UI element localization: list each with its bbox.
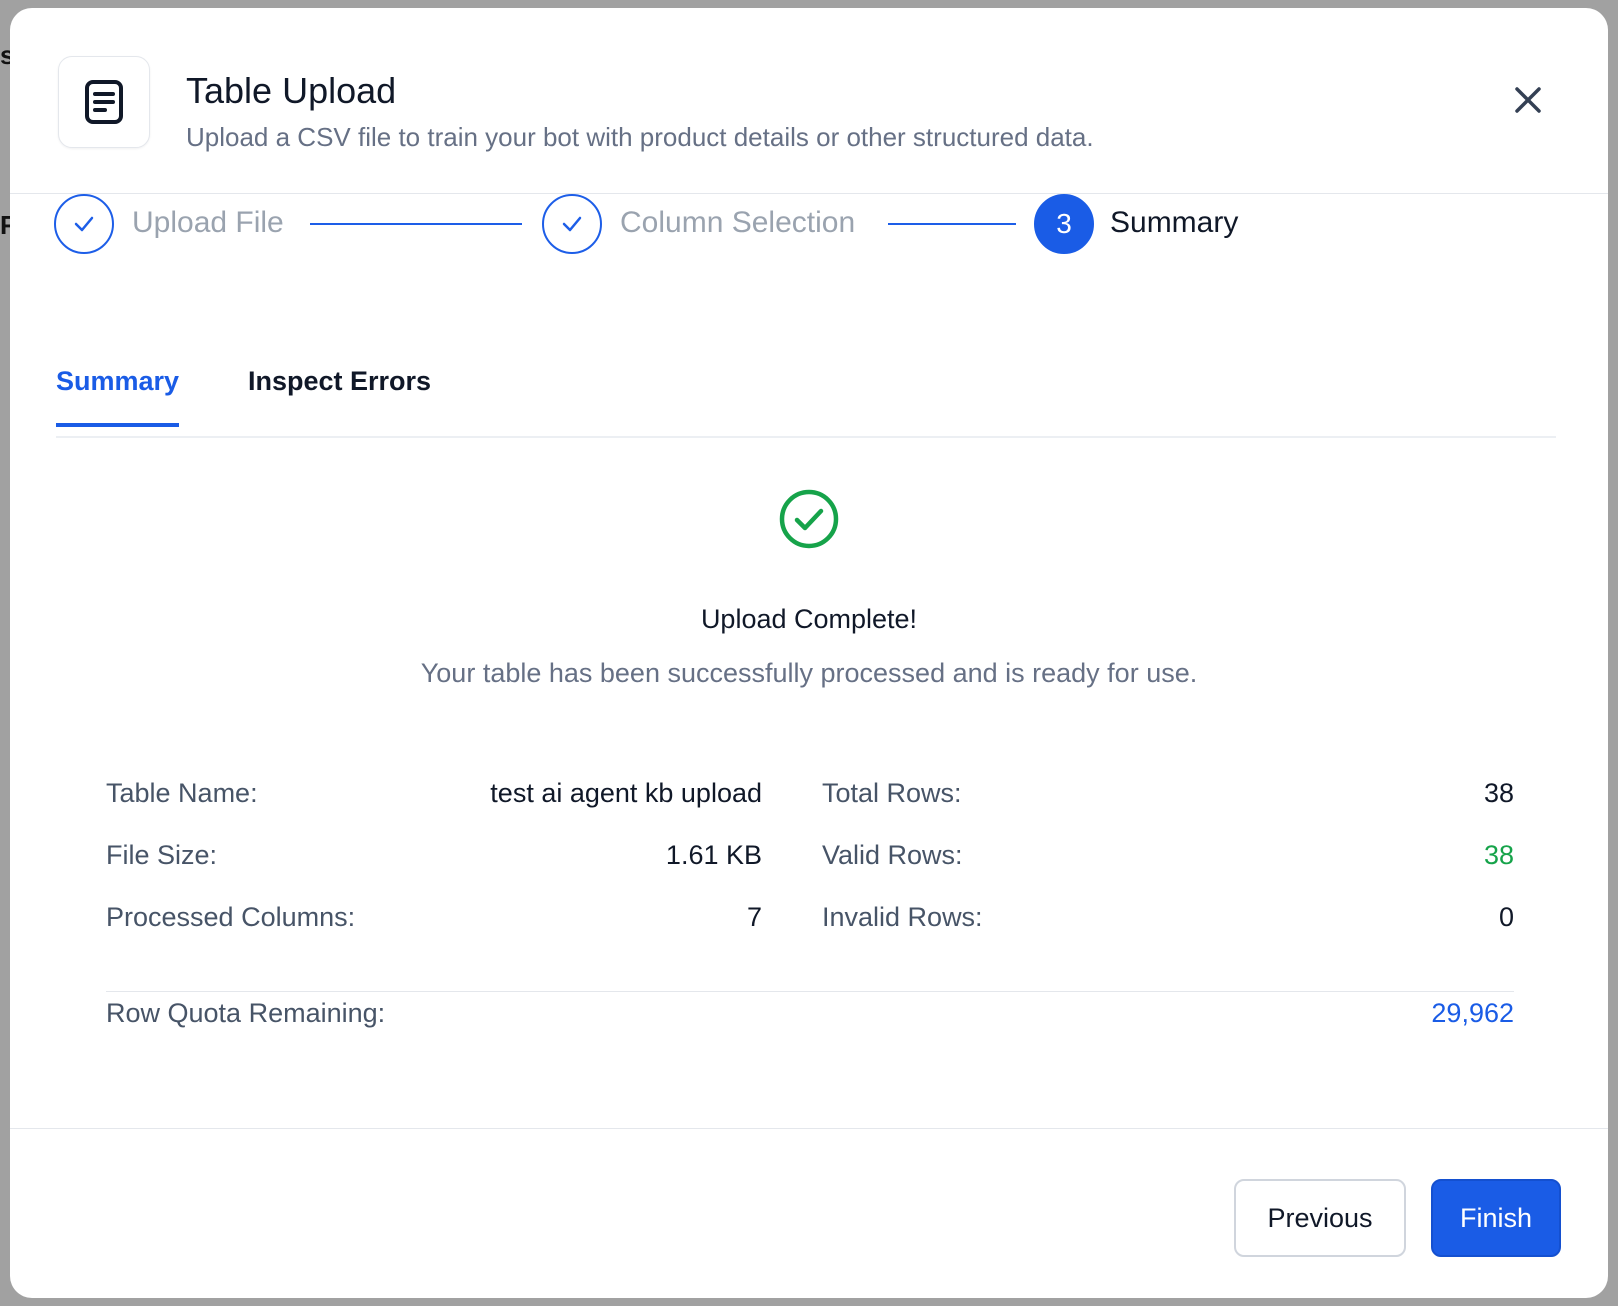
invalid-rows-value: 0 bbox=[1498, 902, 1514, 932]
file-size-value: 1.61 KB bbox=[665, 840, 762, 870]
step-1-check-icon bbox=[54, 194, 114, 254]
step-1-label: Upload File bbox=[132, 206, 284, 239]
step-3-number: 3 bbox=[1034, 194, 1094, 254]
upload-complete-title: Upload Complete! bbox=[700, 604, 918, 634]
table-name-label: Table Name: bbox=[106, 778, 258, 808]
finish-button[interactable]: Finish bbox=[1431, 1179, 1561, 1257]
processed-columns-value: 7 bbox=[746, 902, 762, 932]
valid-rows-label: Valid Rows: bbox=[822, 840, 963, 870]
stats-divider bbox=[106, 991, 1514, 992]
modal-footer: Previous Finish bbox=[10, 1128, 1608, 1298]
file-size-label: File Size: bbox=[106, 840, 218, 870]
stepper: Upload File Column Selection 3 Summary bbox=[10, 194, 1608, 254]
tab-summary[interactable]: Summary bbox=[56, 366, 180, 427]
step-2-check-icon bbox=[542, 194, 602, 254]
document-icon bbox=[58, 56, 150, 148]
row-quota-label: Row Quota Remaining: bbox=[106, 998, 386, 1028]
upload-complete-message: Your table has been successfully process… bbox=[420, 658, 1198, 688]
modal-subtitle: Upload a CSV file to train your bot with… bbox=[186, 122, 1094, 152]
valid-rows-value: 38 bbox=[1483, 840, 1514, 870]
step-3-label: Summary bbox=[1110, 206, 1239, 239]
tab-inspect-errors[interactable]: Inspect Errors bbox=[248, 366, 431, 423]
row-quota-value: 29,962 bbox=[1431, 998, 1514, 1028]
modal-header: Table Upload Upload a CSV file to train … bbox=[10, 8, 1608, 194]
step-2-label: Column Selection bbox=[620, 206, 856, 239]
check-circle-icon bbox=[778, 488, 840, 555]
total-rows-label: Total Rows: bbox=[822, 778, 962, 808]
step-connector bbox=[888, 223, 1016, 225]
invalid-rows-label: Invalid Rows: bbox=[822, 902, 983, 932]
tab-bar: Summary Inspect Errors bbox=[56, 346, 1556, 438]
total-rows-value: 38 bbox=[1483, 778, 1514, 808]
previous-button[interactable]: Previous bbox=[1234, 1179, 1406, 1257]
table-upload-modal: Table Upload Upload a CSV file to train … bbox=[10, 8, 1608, 1298]
close-icon[interactable] bbox=[1508, 80, 1548, 120]
step-connector bbox=[310, 223, 522, 225]
modal-title: Table Upload bbox=[186, 70, 397, 111]
processed-columns-label: Processed Columns: bbox=[106, 902, 356, 932]
table-name-value: test ai agent kb upload bbox=[490, 778, 762, 808]
